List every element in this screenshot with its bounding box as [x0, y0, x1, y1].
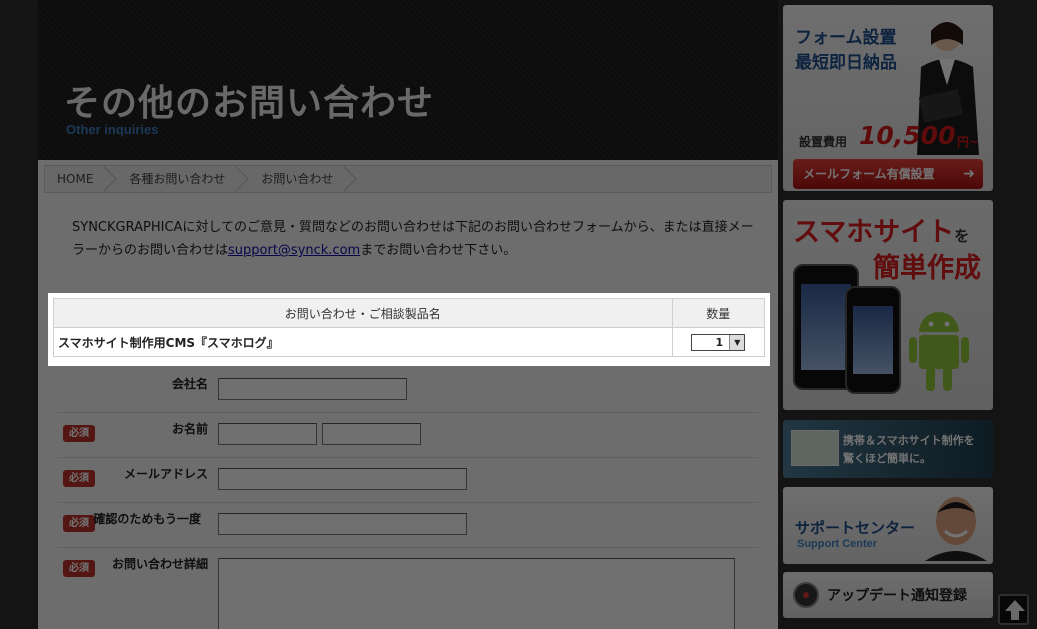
product-table-panel: お問い合わせ・ご相談製品名 数量 スマホサイト制作用CMS『スマホログ』 1 ▼ — [48, 293, 770, 366]
email-label: メールアドレス — [123, 467, 208, 481]
breadcrumb-contact[interactable]: お問い合わせ — [249, 166, 357, 192]
page-subtitle: Other inquiries — [66, 122, 159, 137]
scroll-to-top-button[interactable] — [998, 594, 1029, 625]
banner-text: 簡単作成 — [873, 253, 981, 284]
product-table: お問い合わせ・ご相談製品名 数量 スマホサイト制作用CMS『スマホログ』 1 ▼ — [53, 298, 766, 357]
mobile-cms-banner[interactable]: 携帯＆スマホサイト制作を 驚くほど簡単に。 — [783, 420, 993, 478]
smartphone-image — [845, 286, 901, 394]
arrow-right-icon: ➜ — [963, 166, 975, 182]
form-setup-banner[interactable]: フォーム設置 最短即日納品 設置費用 10,500 円~ メールフォーム有償設置… — [783, 5, 993, 191]
support-center-banner[interactable]: サポートセンター Support Center — [783, 487, 993, 564]
arrow-up-icon — [1005, 600, 1025, 620]
email-confirm-label: 確認のためもう一度 — [93, 512, 201, 526]
banner-text: 驚くほど簡単に。 — [843, 452, 931, 465]
form-row-email-confirm: 必須 確認のためもう一度 — [58, 503, 758, 548]
paid-form-setup-button[interactable]: メールフォーム有償設置 ➜ — [793, 159, 983, 189]
banner-text: 最短即日納品 — [795, 53, 897, 73]
email-confirm-input[interactable] — [218, 513, 467, 535]
intro-text-after: までお問い合わせ下さい。 — [360, 243, 517, 258]
quantity-value: 1 — [715, 335, 724, 349]
sidebar: フォーム設置 最短即日納品 設置費用 10,500 円~ メールフォーム有償設置… — [783, 0, 995, 629]
banner-text: サポートセンター — [795, 519, 916, 537]
details-textarea[interactable] — [218, 558, 735, 629]
breadcrumb-home[interactable]: HOME — [45, 166, 117, 192]
quantity-select[interactable]: 1 ▼ — [691, 333, 746, 351]
breadcrumb-inquiries[interactable]: 各種お問い合わせ — [117, 166, 249, 192]
email-input[interactable] — [218, 468, 467, 490]
banner-text-main: スマホサイト — [793, 217, 955, 248]
button-label: メールフォーム有償設置 — [803, 167, 935, 181]
details-label: お問い合わせ詳細 — [111, 557, 208, 571]
form-row-company: 会社名 — [58, 368, 758, 413]
form-row-name: 必須 お名前 — [58, 413, 758, 458]
breadcrumb: HOME 各種お問い合わせ お問い合わせ — [44, 165, 772, 193]
first-name-input[interactable] — [322, 423, 421, 445]
support-email-link[interactable]: support@synck.com — [228, 243, 360, 258]
fee-yen: 円~ — [957, 135, 980, 149]
product-box-image — [791, 430, 839, 466]
android-robot-icon — [909, 312, 969, 391]
smartphone-site-banner[interactable]: スマホサイトを 簡単作成 — [783, 200, 993, 410]
product-name-cell: スマホサイト制作用CMS『スマホログ』 — [53, 327, 673, 357]
banner-text: アップデート通知登録 — [827, 588, 967, 604]
support-staff-image — [925, 497, 987, 561]
fee-price: 10,500 — [859, 121, 956, 150]
banner-text: 携帯＆スマホサイト制作を — [843, 434, 975, 447]
company-input[interactable] — [218, 378, 407, 400]
company-label: 会社名 — [171, 377, 208, 391]
banner-text: Support Center — [797, 538, 878, 550]
page-title: その他のお問い合わせ — [64, 83, 435, 124]
quantity-header: 数量 — [671, 298, 766, 328]
record-icon — [793, 582, 819, 608]
form-row-email: 必須 メールアドレス — [58, 458, 758, 503]
name-label: お名前 — [171, 422, 208, 436]
product-name-header: お問い合わせ・ご相談製品名 — [53, 298, 673, 328]
chevron-down-icon: ▼ — [729, 334, 745, 350]
banner-text: フォーム設置 — [795, 28, 897, 48]
banner-text-particle: を — [954, 227, 970, 245]
main-page: その他のお問い合わせ Other inquiries HOME 各種お問い合わせ… — [38, 0, 778, 629]
fee-label: 設置費用 — [799, 135, 848, 149]
intro-text: SYNCKGRAPHICAに対してのご意見・質問などのお問い合わせは下記のお問い… — [72, 216, 762, 262]
banner-text: スマホサイトを — [793, 210, 969, 249]
form-row-details: 必須 お問い合わせ詳細 — [58, 548, 758, 629]
update-notify-banner[interactable]: アップデート通知登録 — [783, 572, 993, 618]
last-name-input[interactable] — [218, 423, 317, 445]
hero-banner: その他のお問い合わせ Other inquiries — [38, 0, 778, 160]
